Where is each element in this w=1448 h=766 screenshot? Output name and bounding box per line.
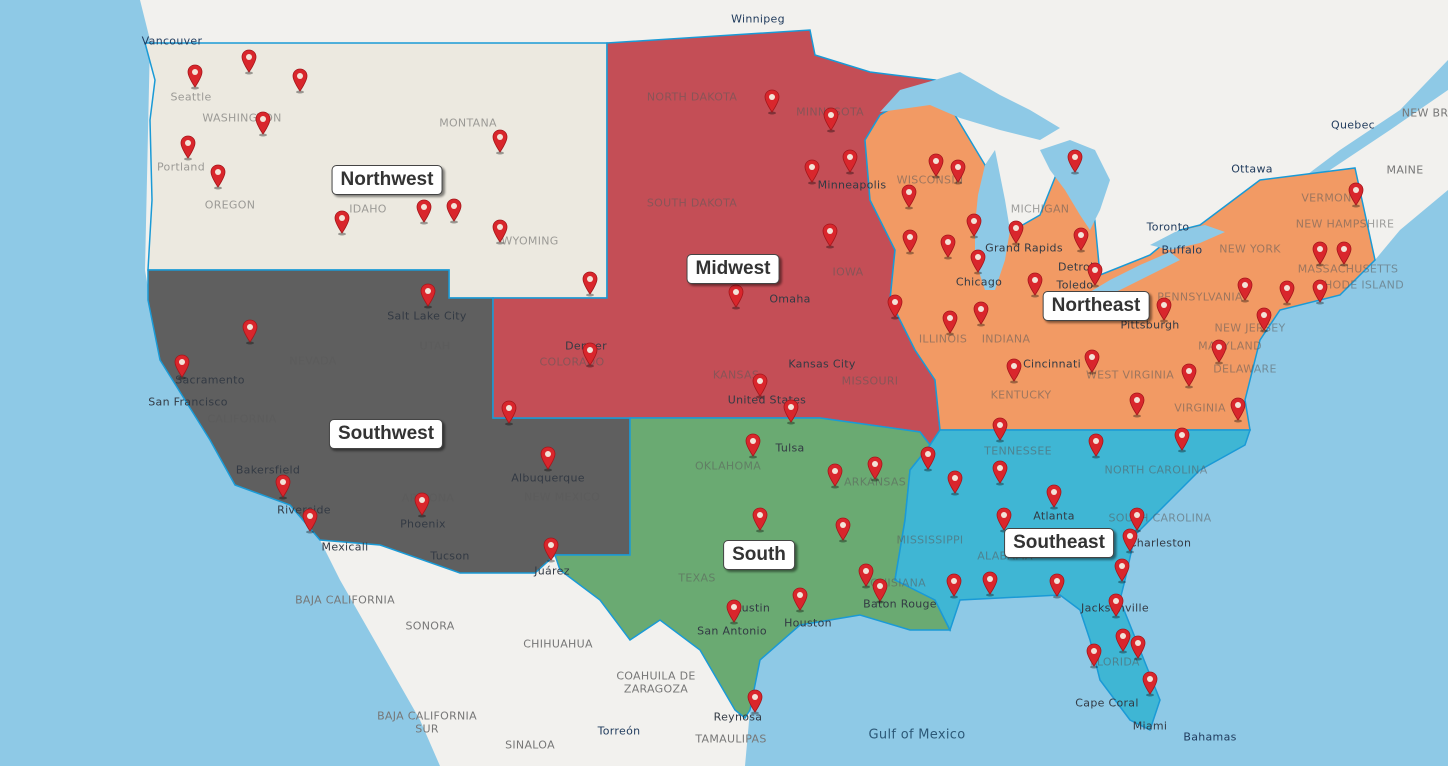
map-marker-icon[interactable] — [1049, 573, 1065, 599]
map-marker-icon[interactable] — [174, 354, 190, 380]
map-marker-icon[interactable] — [420, 283, 436, 309]
map-marker-icon[interactable] — [942, 310, 958, 336]
map-marker-icon[interactable] — [728, 284, 744, 310]
region-label-southwest[interactable]: Southwest — [328, 419, 444, 449]
map-marker-icon[interactable] — [1046, 484, 1062, 510]
map-marker-icon[interactable] — [982, 571, 998, 597]
map-marker-icon[interactable] — [792, 587, 808, 613]
map-marker-icon[interactable] — [947, 470, 963, 496]
map-marker-icon[interactable] — [1181, 363, 1197, 389]
map-marker-icon[interactable] — [804, 159, 820, 185]
map-marker-icon[interactable] — [901, 184, 917, 210]
map-marker-icon[interactable] — [747, 689, 763, 715]
region-label-northeast[interactable]: Northeast — [1042, 291, 1150, 321]
map-marker-icon[interactable] — [1067, 149, 1083, 175]
map-marker-icon[interactable] — [1122, 528, 1138, 554]
map-marker-icon[interactable] — [1130, 635, 1146, 661]
map-marker-icon[interactable] — [492, 219, 508, 245]
map-marker-icon[interactable] — [1088, 433, 1104, 459]
map-marker-icon[interactable] — [210, 164, 226, 190]
map-marker-icon[interactable] — [540, 446, 556, 472]
map-marker-icon[interactable] — [180, 135, 196, 161]
region-label-northwest[interactable]: Northwest — [331, 165, 443, 195]
map-marker-icon[interactable] — [582, 271, 598, 297]
map-marker-icon[interactable] — [867, 456, 883, 482]
map-marker-icon[interactable] — [302, 508, 318, 534]
map-marker-icon[interactable] — [902, 229, 918, 255]
map-marker-icon[interactable] — [1312, 241, 1328, 267]
map-marker-icon[interactable] — [887, 294, 903, 320]
map-marker-icon[interactable] — [1008, 220, 1024, 246]
map-marker-icon[interactable] — [1230, 397, 1246, 423]
map-marker-icon[interactable] — [1142, 671, 1158, 697]
map-marker-icon[interactable] — [241, 49, 257, 75]
map-marker-icon[interactable] — [292, 68, 308, 94]
region-label-south[interactable]: South — [723, 540, 795, 570]
map-marker-icon[interactable] — [1312, 279, 1328, 305]
map-marker-icon[interactable] — [414, 492, 430, 518]
map-marker-icon[interactable] — [835, 517, 851, 543]
map-marker-icon[interactable] — [1211, 339, 1227, 365]
map-marker-icon[interactable] — [992, 417, 1008, 443]
map-marker-icon[interactable] — [1006, 358, 1022, 384]
map-marker-icon[interactable] — [275, 474, 291, 500]
region-label-southeast[interactable]: Southeast — [1004, 528, 1114, 558]
map-marker-icon[interactable] — [446, 198, 462, 224]
st-lawrence — [1300, 60, 1448, 180]
map-marker-icon[interactable] — [1279, 280, 1295, 306]
map-canvas[interactable] — [0, 0, 1448, 766]
map-marker-icon[interactable] — [970, 249, 986, 275]
map-marker-icon[interactable] — [1108, 593, 1124, 619]
map-marker-icon[interactable] — [872, 578, 888, 604]
map-marker-icon[interactable] — [543, 537, 559, 563]
map-marker-icon[interactable] — [334, 210, 350, 236]
map-marker-icon[interactable] — [1114, 558, 1130, 584]
map-marker-icon[interactable] — [416, 199, 432, 225]
map-marker-icon[interactable] — [1237, 277, 1253, 303]
map-marker-icon[interactable] — [827, 463, 843, 489]
map-marker-icon[interactable] — [920, 446, 936, 472]
map-marker-icon[interactable] — [187, 64, 203, 90]
map-marker-icon[interactable] — [842, 149, 858, 175]
map-marker-icon[interactable] — [1174, 427, 1190, 453]
map-marker-icon[interactable] — [501, 400, 517, 426]
map-marker-icon[interactable] — [1129, 392, 1145, 418]
map-marker-icon[interactable] — [1156, 297, 1172, 323]
map-marker-icon[interactable] — [492, 129, 508, 155]
map-marker-icon[interactable] — [973, 301, 989, 327]
map-marker-icon[interactable] — [745, 433, 761, 459]
map-marker-icon[interactable] — [582, 342, 598, 368]
map-marker-icon[interactable] — [1087, 262, 1103, 288]
map-marker-icon[interactable] — [1073, 227, 1089, 253]
map-marker-icon[interactable] — [1086, 643, 1102, 669]
map-marker-icon[interactable] — [1115, 628, 1131, 654]
map-marker-icon[interactable] — [1027, 272, 1043, 298]
map-marker-icon[interactable] — [764, 89, 780, 115]
map-marker-icon[interactable] — [992, 460, 1008, 486]
map-marker-icon[interactable] — [1336, 241, 1352, 267]
map-marker-icon[interactable] — [1084, 349, 1100, 375]
map-marker-icon[interactable] — [752, 373, 768, 399]
map-marker-icon[interactable] — [752, 507, 768, 533]
map-marker-icon[interactable] — [950, 159, 966, 185]
map-marker-icon[interactable] — [966, 213, 982, 239]
map-marker-icon[interactable] — [255, 111, 271, 137]
map-marker-icon[interactable] — [726, 599, 742, 625]
map-marker-icon[interactable] — [822, 223, 838, 249]
map-marker-icon[interactable] — [242, 319, 258, 345]
map-marker-icon[interactable] — [946, 573, 962, 599]
map-marker-icon[interactable] — [940, 234, 956, 260]
map-marker-icon[interactable] — [928, 153, 944, 179]
map-marker-icon[interactable] — [1348, 182, 1364, 208]
region-label-midwest[interactable]: Midwest — [686, 254, 780, 284]
map-marker-icon[interactable] — [823, 107, 839, 133]
map-marker-icon[interactable] — [783, 399, 799, 425]
map-marker-icon[interactable] — [1256, 307, 1272, 333]
